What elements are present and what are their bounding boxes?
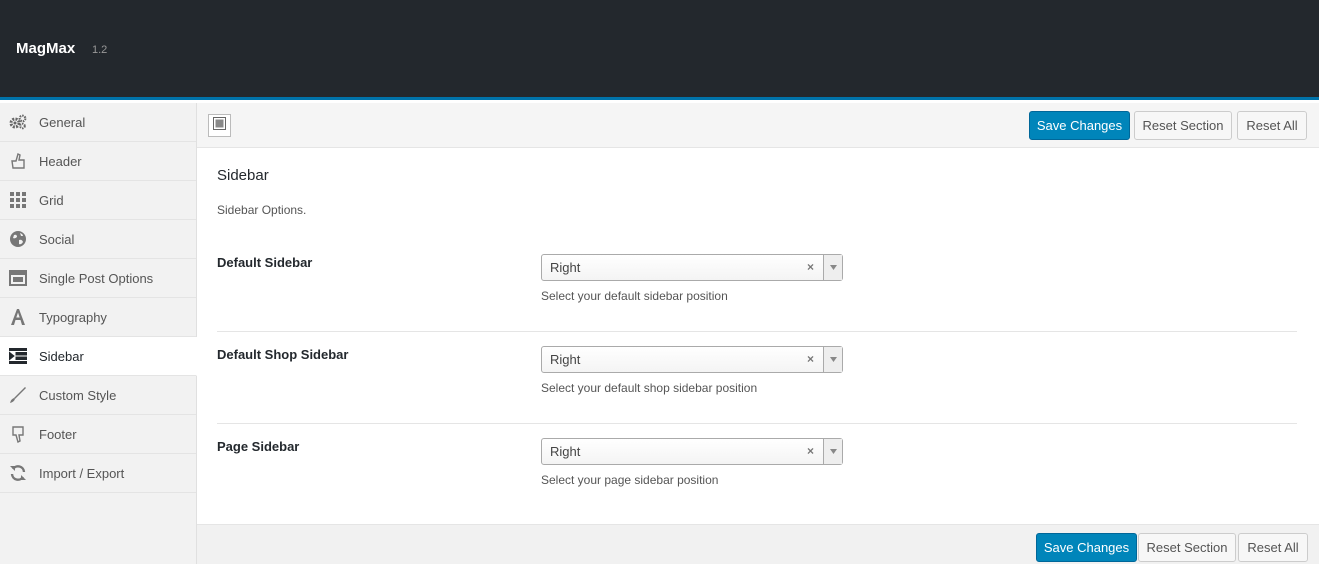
sidebar-item-label: Grid — [39, 192, 64, 208]
font-icon — [8, 308, 28, 326]
sidebar-item-grid[interactable]: Grid — [0, 181, 196, 220]
sidebar-item-label: Single Post Options — [39, 270, 154, 286]
sidebar-item-sidebar[interactable]: Sidebar — [0, 337, 197, 376]
sidebar-item-label: Typography — [39, 309, 107, 325]
options-sidebar: General Header Grid Social Single Post O… — [0, 103, 197, 564]
sidebar-item-footer[interactable]: Footer — [0, 415, 196, 454]
select-value: Right — [550, 444, 581, 459]
sidebar-item-header[interactable]: Header — [0, 142, 196, 181]
clear-icon[interactable]: × — [807, 444, 814, 458]
section-title: Sidebar — [217, 167, 269, 184]
layout-icon — [8, 269, 28, 287]
sidebar-item-import-export[interactable]: Import / Export — [0, 454, 196, 493]
sidebar-item-label: Social — [39, 231, 75, 247]
field-default-shop-sidebar: Default Shop Sidebar Right × Select your… — [217, 332, 1297, 424]
section-panel: Sidebar Sidebar Options. Default Sidebar… — [197, 148, 1319, 524]
field-label: Page Sidebar — [217, 439, 300, 454]
reset-all-button[interactable]: Reset All — [1237, 111, 1307, 140]
globe-icon — [8, 230, 28, 248]
hand-pointer-icon — [8, 152, 28, 170]
dropdown-arrow-icon[interactable] — [823, 439, 842, 464]
sidebar-item-general[interactable]: General — [0, 103, 196, 142]
bottom-toolbar: Save Changes Reset Section Reset All — [197, 524, 1319, 564]
field-description: Select your default shop sidebar positio… — [541, 381, 758, 395]
section-description: Sidebar Options. — [217, 203, 307, 217]
sidebar-item-single-post-options[interactable]: Single Post Options — [0, 259, 196, 298]
field-page-sidebar: Page Sidebar Right × Select your page si… — [217, 424, 1297, 516]
default-sidebar-select[interactable]: Right × — [541, 254, 843, 281]
reset-section-button[interactable]: Reset Section — [1134, 111, 1232, 140]
sidebar-item-typography[interactable]: Typography — [0, 298, 196, 337]
sidebar-item-label: Custom Style — [39, 387, 117, 403]
expand-options-button[interactable] — [208, 114, 231, 137]
refresh-icon — [8, 464, 28, 482]
field-description: Select your default sidebar position — [541, 289, 728, 303]
reset-section-button[interactable]: Reset Section — [1138, 533, 1236, 562]
sidebar-item-label: General — [39, 114, 86, 130]
clear-icon[interactable]: × — [807, 260, 814, 274]
select-value: Right — [550, 352, 581, 367]
brush-icon — [8, 386, 28, 404]
dropdown-arrow-icon[interactable] — [823, 255, 842, 280]
top-toolbar: Save Changes Reset Section Reset All — [197, 103, 1319, 148]
indent-icon — [8, 347, 28, 365]
sidebar-item-label: Sidebar — [39, 348, 84, 364]
field-label: Default Sidebar — [217, 255, 313, 270]
hand-down-icon — [8, 425, 28, 443]
page-sidebar-select[interactable]: Right × — [541, 438, 843, 465]
field-description: Select your page sidebar position — [541, 473, 719, 487]
admin-topbar: MagMax 1.2 — [0, 0, 1319, 100]
app-title: MagMax — [16, 40, 76, 57]
field-default-sidebar: Default Sidebar Right × Select your defa… — [217, 240, 1297, 332]
save-changes-button[interactable]: Save Changes — [1029, 111, 1130, 140]
save-changes-button[interactable]: Save Changes — [1036, 533, 1137, 562]
gears-icon — [8, 113, 28, 131]
options-content: Save Changes Reset Section Reset All Sid… — [197, 103, 1319, 564]
sidebar-item-social[interactable]: Social — [0, 220, 196, 259]
sidebar-item-label: Header — [39, 153, 82, 169]
app-version: 1.2 — [92, 44, 108, 56]
field-label: Default Shop Sidebar — [217, 347, 349, 362]
grid-icon — [8, 191, 28, 209]
select-value: Right — [550, 260, 581, 275]
sidebar-item-custom-style[interactable]: Custom Style — [0, 376, 196, 415]
clear-icon[interactable]: × — [807, 352, 814, 366]
dropdown-arrow-icon[interactable] — [823, 347, 842, 372]
reset-all-button[interactable]: Reset All — [1238, 533, 1308, 562]
expand-icon — [213, 116, 226, 135]
default-shop-sidebar-select[interactable]: Right × — [541, 346, 843, 373]
sidebar-item-label: Footer — [39, 426, 77, 442]
sidebar-item-label: Import / Export — [39, 465, 125, 481]
